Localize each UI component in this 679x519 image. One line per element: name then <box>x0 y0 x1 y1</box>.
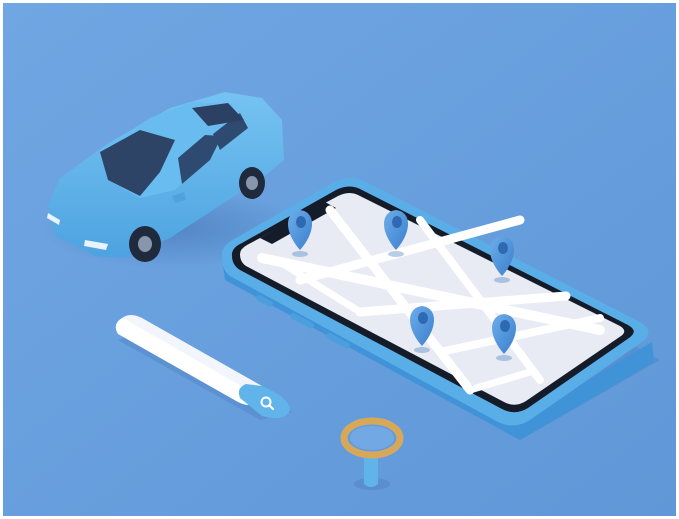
scene-svg <box>0 0 679 519</box>
illustration-scene <box>0 0 679 519</box>
car-wheel-rear <box>239 167 265 199</box>
car-wheel-front <box>129 226 161 262</box>
magnifier-lens <box>350 426 394 450</box>
